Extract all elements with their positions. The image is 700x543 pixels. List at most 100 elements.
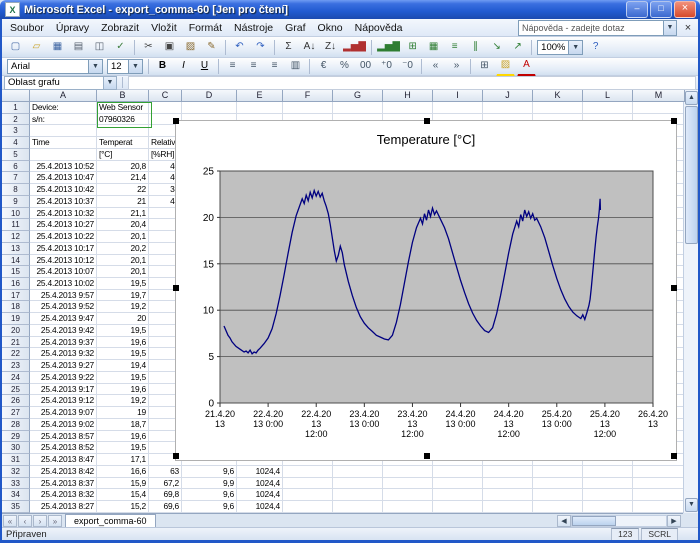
borders-button[interactable]: ⊞ (475, 57, 494, 76)
temperature-chart-svg[interactable]: 051015202521.4.201322.4.2013 0:0022.4.20… (176, 121, 676, 460)
cell-A25[interactable]: 25.4.2013 9:17 (30, 384, 97, 396)
row-header-20[interactable]: 20 (2, 325, 30, 337)
chart-source-range-outline[interactable] (97, 102, 152, 128)
cell-A18[interactable]: 25.4.2013 9:52 (30, 301, 97, 313)
cell-B23[interactable]: 19,4 (97, 360, 149, 372)
cell-H1[interactable] (383, 102, 433, 114)
cell-H34[interactable] (383, 489, 433, 501)
row-header-14[interactable]: 14 (2, 255, 30, 267)
cell-G34[interactable] (333, 489, 383, 501)
cell-J32[interactable] (483, 466, 533, 478)
copy-button[interactable]: ▣ (160, 38, 179, 57)
cell-B17[interactable]: 19,7 (97, 290, 149, 302)
row-header-17[interactable]: 17 (2, 290, 30, 302)
minimize-button[interactable]: – (626, 1, 648, 18)
cell-D1[interactable] (182, 102, 237, 114)
save-button[interactable]: ▦ (48, 38, 67, 57)
cell-A35[interactable]: 25.4.2013 8:27 (30, 501, 97, 513)
cell-A6[interactable]: 25.4.2013 10:52 (30, 161, 97, 173)
column-header-H[interactable]: H (383, 90, 433, 102)
column-header-B[interactable]: B (97, 90, 149, 102)
cell-D32[interactable]: 9,6 (182, 466, 237, 478)
chart-selection-handle[interactable] (173, 118, 179, 124)
chart-selection-handle[interactable] (173, 285, 179, 291)
sort-descending-button[interactable]: Z↓ (321, 38, 340, 57)
row-header-9[interactable]: 9 (2, 196, 30, 208)
row-header-25[interactable]: 25 (2, 384, 30, 396)
increase-decimal-button[interactable]: ⁺0 (377, 57, 396, 76)
row-header-24[interactable]: 24 (2, 372, 30, 384)
cell-I34[interactable] (433, 489, 483, 501)
cell-B29[interactable]: 19,6 (97, 431, 149, 443)
cell-F1[interactable] (283, 102, 333, 114)
cell-E35[interactable]: 1024,4 (237, 501, 283, 513)
menu-format[interactable]: Formát (183, 20, 228, 36)
cell-A24[interactable]: 25.4.2013 9:22 (30, 372, 97, 384)
cell-A31[interactable]: 25.4.2013 8:47 (30, 454, 97, 466)
font-size-dropdown-icon[interactable]: ▼ (128, 60, 142, 73)
help-query-input[interactable]: Nápověda - zadejte dotaz (518, 20, 664, 36)
menu-okno[interactable]: Okno (312, 20, 349, 36)
currency-button[interactable]: € (314, 57, 333, 76)
legend-button[interactable]: ⊞ (403, 38, 422, 57)
align-right-button[interactable]: ≡ (265, 57, 284, 76)
cell-A33[interactable]: 25.4.2013 8:37 (30, 478, 97, 490)
row-header-3[interactable]: 3 (2, 125, 30, 137)
cell-B35[interactable]: 15,2 (97, 501, 149, 513)
cell-E1[interactable] (237, 102, 283, 114)
cell-H35[interactable] (383, 501, 433, 513)
row-header-15[interactable]: 15 (2, 266, 30, 278)
cell-A9[interactable]: 25.4.2013 10:37 (30, 196, 97, 208)
cell-F32[interactable] (283, 466, 333, 478)
data-table-button[interactable]: ▦ (424, 38, 443, 57)
cell-B33[interactable]: 15,9 (97, 478, 149, 490)
cell-B15[interactable]: 20,1 (97, 266, 149, 278)
row-header-30[interactable]: 30 (2, 442, 30, 454)
by-row-button[interactable]: ≡ (445, 38, 464, 57)
cell-B28[interactable]: 18,7 (97, 419, 149, 431)
row-header-18[interactable]: 18 (2, 301, 30, 313)
print-button[interactable]: ▤ (69, 38, 88, 57)
row-header-12[interactable]: 12 (2, 231, 30, 243)
cell-B27[interactable]: 19 (97, 407, 149, 419)
merge-center-button[interactable]: ▥ (286, 57, 305, 76)
cell-A19[interactable]: 25.4.2013 9:47 (30, 313, 97, 325)
vertical-scrollbar[interactable]: ▲ ▼ (683, 90, 698, 513)
chart-wizard-button[interactable]: ▂▅▇ (342, 38, 367, 57)
cell-A15[interactable]: 25.4.2013 10:07 (30, 266, 97, 278)
comma-style-button[interactable]: 00 (356, 57, 375, 76)
name-box[interactable]: Oblast grafu (4, 76, 104, 90)
cell-K33[interactable] (533, 478, 583, 490)
cell-B8[interactable]: 22 (97, 184, 149, 196)
row-header-21[interactable]: 21 (2, 337, 30, 349)
zoom-combo[interactable]: 100%▼ (537, 40, 583, 55)
cell-K1[interactable] (533, 102, 583, 114)
cell-B13[interactable]: 20,2 (97, 243, 149, 255)
next-sheet-button[interactable]: › (33, 515, 47, 527)
column-header-G[interactable]: G (333, 90, 383, 102)
cell-A20[interactable]: 25.4.2013 9:42 (30, 325, 97, 337)
open-button[interactable]: ▱ (27, 38, 46, 57)
cell-A30[interactable]: 25.4.2013 8:52 (30, 442, 97, 454)
cell-A1[interactable]: Device: (30, 102, 97, 114)
autosum-button[interactable]: Σ (279, 38, 298, 57)
row-header-5[interactable]: 5 (2, 149, 30, 161)
horizontal-scroll-track[interactable] (571, 515, 667, 527)
row-header-35[interactable]: 35 (2, 501, 30, 513)
format-painter-button[interactable]: ✎ (202, 38, 221, 57)
cell-B12[interactable]: 20,1 (97, 231, 149, 243)
embedded-chart[interactable]: Temperature [°C] 051015202521.4.201322.4… (175, 120, 677, 461)
cell-A29[interactable]: 25.4.2013 8:57 (30, 431, 97, 443)
row-header-31[interactable]: 31 (2, 454, 30, 466)
cell-H32[interactable] (383, 466, 433, 478)
cell-B22[interactable]: 19,5 (97, 348, 149, 360)
cell-C34[interactable]: 69,8 (149, 489, 182, 501)
help-query-dropdown-icon[interactable]: ▼ (664, 20, 677, 36)
cell-B16[interactable]: 19,5 (97, 278, 149, 290)
row-header-11[interactable]: 11 (2, 219, 30, 231)
cell-E33[interactable]: 1024,4 (237, 478, 283, 490)
cell-H33[interactable] (383, 478, 433, 490)
cell-K32[interactable] (533, 466, 583, 478)
cell-F35[interactable] (283, 501, 333, 513)
cell-J1[interactable] (483, 102, 533, 114)
